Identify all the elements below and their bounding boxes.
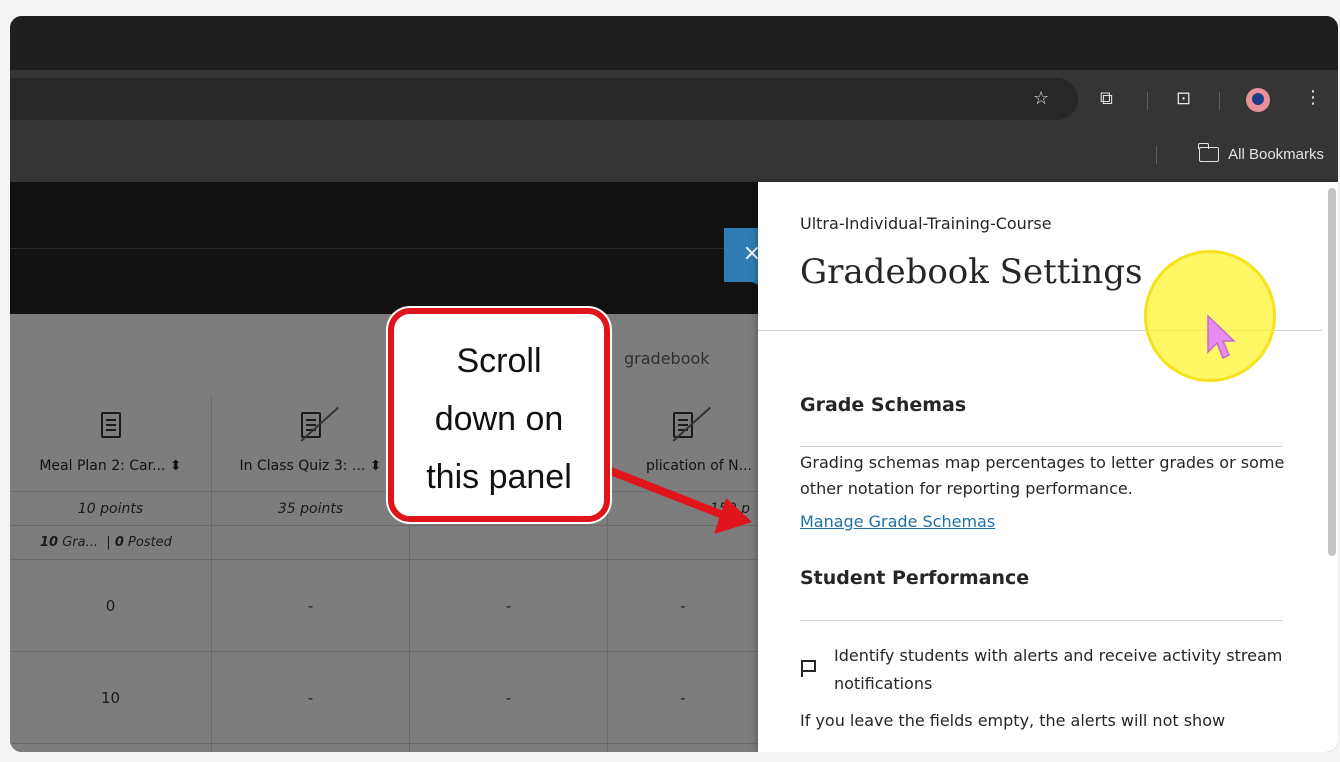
instruction-callout: Scroll down on this panel	[388, 308, 610, 522]
callout-arrow	[604, 466, 752, 534]
callout-text: Scroll down on this panel	[426, 342, 572, 496]
mouse-pointer-icon	[1207, 314, 1236, 360]
